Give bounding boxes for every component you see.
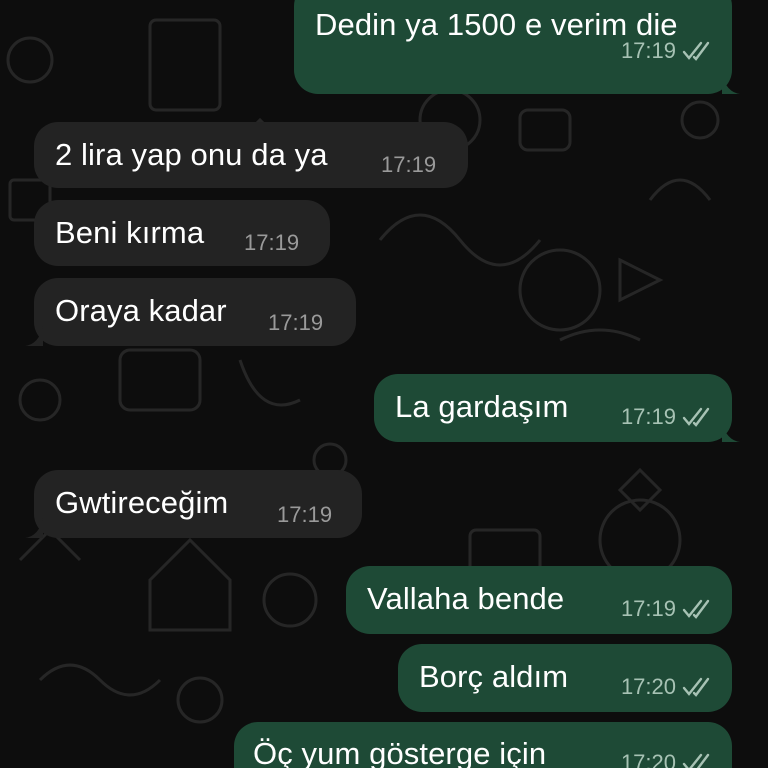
message-bubble-incoming[interactable]: 2 lira yap onu da ya 17:19 <box>34 122 468 188</box>
message-bubble-outgoing[interactable]: Dedin ya 1500 e verim die 17:19 <box>294 0 740 94</box>
message-text: Öç yum gösterge için <box>253 736 547 768</box>
double-check-icon <box>682 753 710 768</box>
message-meta: 17:19 <box>621 404 712 430</box>
message-text: Gwtireceğim <box>55 485 229 520</box>
message-time: 17:19 <box>268 310 324 335</box>
message-bubble-incoming[interactable]: Beni kırma 17:19 <box>34 200 330 266</box>
chat-view[interactable]: Dedin ya 1500 e verim die 17:19 2 lira y… <box>0 0 768 768</box>
message-time: 17:20 <box>620 674 676 699</box>
message-time: 17:20 <box>620 750 676 768</box>
message-meta: 17:19 <box>381 152 436 178</box>
message-meta: 17:19 <box>621 596 712 622</box>
message-text: La gardaşım <box>395 389 569 424</box>
message-meta: 17:19 <box>244 230 299 256</box>
message-meta: 17:19 <box>268 310 323 336</box>
message-meta: 17:19 <box>277 502 332 528</box>
double-check-icon <box>682 407 710 427</box>
double-check-icon <box>682 599 710 619</box>
message-time: 17:19 <box>620 38 676 63</box>
message-text: Beni kırma <box>55 215 205 250</box>
message-time: 17:19 <box>277 502 333 527</box>
message-bubble-outgoing[interactable]: Öç yum gösterge için 17:20 <box>234 722 732 768</box>
message-text: Borç aldım <box>419 659 569 694</box>
message-time: 17:19 <box>381 152 437 177</box>
bubble-tail <box>25 518 43 538</box>
bubble-tail <box>722 74 740 94</box>
message-text: Vallaha bende <box>367 581 565 616</box>
message-bubble-incoming[interactable]: Gwtireceğim 17:19 <box>25 470 362 538</box>
message-bubble-incoming[interactable]: Oraya kadar 17:19 <box>25 278 356 346</box>
double-check-icon <box>682 677 710 697</box>
bubble-tail <box>722 422 740 442</box>
message-text: 2 lira yap onu da ya <box>55 137 328 172</box>
message-bubble-outgoing[interactable]: Borç aldım 17:20 <box>398 644 732 712</box>
message-bubble-outgoing[interactable]: Vallaha bende 17:19 <box>346 566 732 634</box>
message-meta: 17:20 <box>621 750 712 768</box>
message-bubble-outgoing[interactable]: La gardaşım 17:19 <box>374 374 740 442</box>
double-check-icon <box>682 41 710 61</box>
message-meta: 17:20 <box>621 674 712 700</box>
message-text: Oraya kadar <box>55 293 227 328</box>
message-time: 17:19 <box>244 230 300 255</box>
bubble-tail <box>25 326 43 346</box>
message-meta: 17:19 <box>621 38 712 64</box>
message-time: 17:19 <box>620 596 676 621</box>
message-time: 17:19 <box>620 404 676 429</box>
